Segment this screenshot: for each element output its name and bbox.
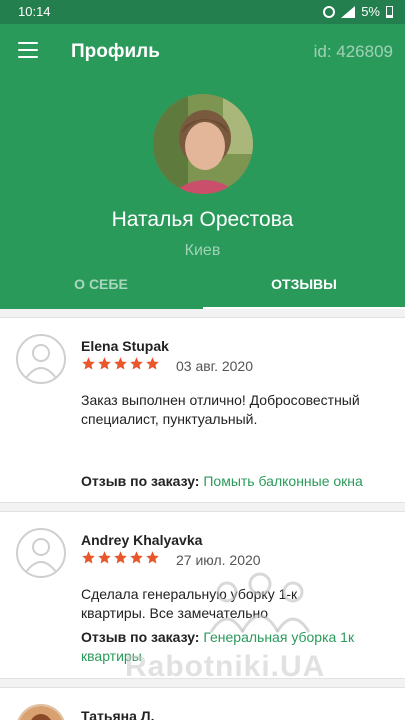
review-card: Татьяна Л. bbox=[0, 687, 405, 720]
reviewer-avatar bbox=[16, 704, 66, 720]
review-card: Elena Stupak 03 авг. 2020 Заказ выполнен… bbox=[0, 317, 405, 503]
user-id: id: 426809 bbox=[313, 42, 393, 61]
star-icon bbox=[98, 551, 111, 564]
review-date: 03 авг. 2020 bbox=[176, 358, 254, 374]
profile-header: Профиль id: 426809 Наталья Орестова Киев… bbox=[0, 24, 405, 309]
review-author: Татьяна Л. bbox=[81, 708, 155, 720]
tab-reviews[interactable]: ОТЗЫВЫ bbox=[203, 276, 405, 309]
review-author: Elena Stupak bbox=[81, 338, 169, 354]
status-bar: 10:14 5% bbox=[0, 0, 405, 24]
review-author: Andrey Khalyavka bbox=[81, 532, 203, 548]
profile-city: Киев bbox=[184, 242, 221, 259]
default-avatar-icon bbox=[16, 334, 66, 384]
default-avatar-icon bbox=[16, 528, 66, 578]
profile-name: Наталья Орестова bbox=[111, 208, 294, 231]
tab-about[interactable]: О СЕБЕ bbox=[0, 276, 202, 309]
review-order: Отзыв по заказу: Помыть балконные окна bbox=[81, 472, 401, 491]
watermark-figures bbox=[209, 572, 311, 633]
battery-icon bbox=[386, 5, 393, 18]
star-icon bbox=[130, 551, 143, 564]
menu-icon[interactable] bbox=[18, 42, 38, 58]
page-title: Профиль bbox=[71, 41, 160, 62]
star-icon bbox=[146, 357, 159, 370]
star-icon bbox=[130, 357, 143, 370]
watermark: Rabotniki.UA bbox=[125, 650, 326, 683]
review-order-label: Отзыв по заказу: bbox=[81, 629, 200, 645]
review-text: Заказ выполнен отлично! Добросовестный с… bbox=[81, 392, 360, 427]
profile-avatar bbox=[153, 94, 253, 194]
signal-icon bbox=[341, 5, 356, 18]
review-rating bbox=[81, 356, 160, 371]
star-icon bbox=[98, 357, 111, 370]
star-icon bbox=[114, 551, 127, 564]
review-rating bbox=[81, 550, 160, 565]
review-order-label: Отзыв по заказу: bbox=[81, 473, 200, 489]
star-icon bbox=[114, 357, 127, 370]
review-order-link[interactable]: Помыть балконные окна bbox=[203, 473, 362, 489]
star-icon bbox=[82, 357, 95, 370]
review-date: 27 июл. 2020 bbox=[176, 552, 261, 568]
star-icon bbox=[146, 551, 159, 564]
battery-percent: 5% bbox=[361, 4, 380, 19]
alarm-icon bbox=[323, 5, 336, 18]
status-time: 10:14 bbox=[18, 4, 51, 19]
star-icon bbox=[82, 551, 95, 564]
status-icons: 5% bbox=[323, 4, 393, 19]
